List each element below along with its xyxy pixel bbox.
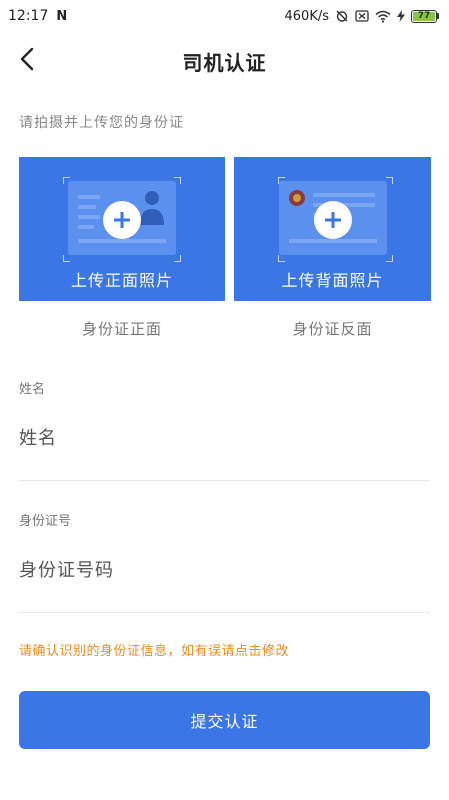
id-number-label: 身份证号	[19, 514, 72, 529]
upload-front-label: 上传正面照片	[70, 271, 173, 290]
frame-corner	[386, 255, 393, 262]
id-back-caption: 身份证反面	[292, 320, 373, 338]
divider	[19, 480, 430, 481]
sim-off-icon	[355, 10, 369, 22]
name-label: 姓名	[19, 382, 46, 397]
alarm-off-icon	[335, 9, 349, 23]
notification-n-icon: N	[56, 8, 68, 24]
status-left: 12:17 N	[8, 8, 67, 24]
charging-bolt-icon	[397, 10, 405, 22]
network-speed: 460K/s	[284, 8, 330, 24]
frame-corner	[278, 255, 285, 262]
status-bar: 12:17 N 460K/s 77	[0, 0, 449, 32]
submit-button[interactable]: 提交认证	[19, 691, 430, 749]
name-input[interactable]	[19, 420, 430, 456]
status-time: 12:17	[8, 8, 49, 24]
status-right: 460K/s 77	[284, 8, 439, 24]
frame-corner	[386, 177, 393, 184]
verify-warning: 请确认识别的身份证信息，如有误请点击修改	[19, 644, 290, 659]
battery-body: 77	[411, 9, 437, 23]
plus-icon	[103, 201, 141, 239]
upload-instruction: 请拍摄并上传您的身份证	[19, 115, 184, 131]
id-number-input[interactable]	[19, 552, 430, 588]
upload-back-label: 上传背面照片	[281, 271, 384, 290]
upload-front-card[interactable]: 上传正面照片	[19, 157, 225, 301]
nav-bar: 司机认证	[0, 36, 449, 86]
battery-tip	[437, 13, 439, 19]
frame-corner	[63, 255, 70, 262]
page-title: 司机认证	[182, 50, 267, 75]
wifi-icon	[375, 10, 391, 23]
battery-icon: 77	[411, 9, 439, 23]
frame-corner	[174, 255, 181, 262]
chevron-left-icon	[19, 47, 35, 75]
divider	[19, 612, 430, 613]
upload-back-card[interactable]: 上传背面照片	[234, 157, 431, 301]
plus-icon	[313, 201, 352, 239]
battery-level: 77	[413, 11, 435, 21]
id-front-caption: 身份证正面	[81, 320, 162, 338]
back-button[interactable]	[12, 46, 42, 76]
